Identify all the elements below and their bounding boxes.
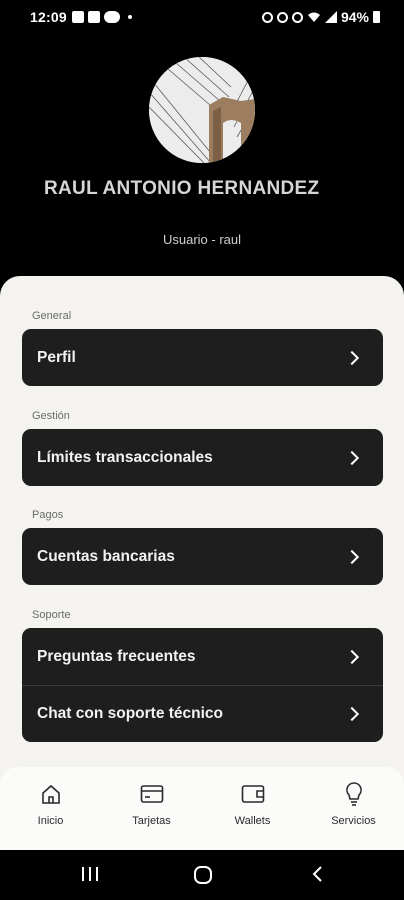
menu-item-preguntas[interactable]: Preguntas frecuentes [22,628,383,685]
card-pagos: Cuentas bancarias [22,528,383,585]
system-icons: 94% [261,9,380,25]
more-notifications-icon [128,15,132,19]
section-label-gestion: Gestión [32,410,70,422]
recent-apps-icon [82,867,98,881]
card-gestion: Límites transaccionales [22,429,383,486]
chevron-right-icon [344,706,360,722]
alarm-icon [261,11,273,23]
wifi-icon [307,12,320,22]
back-button[interactable] [308,864,328,889]
menu-item-perfil[interactable]: Perfil [22,329,383,386]
card-soporte: Preguntas frecuentes Chat con soporte té… [22,628,383,742]
section-label-general: General [32,310,72,322]
menu-item-label: Límites transaccionales [37,448,213,466]
menu-item-cuentas[interactable]: Cuentas bancarias [22,528,383,585]
avatar[interactable] [149,57,255,163]
chevron-right-icon [344,549,360,564]
section-label-pagos: Pagos [32,509,64,521]
user-handle: Usuario - raul [162,232,242,247]
menu-item-label: Preguntas frecuentes [37,647,196,665]
chevron-right-icon [344,350,360,365]
home-system-button[interactable] [192,864,214,891]
home-icon [38,781,64,807]
signal-icon [324,11,337,23]
bridge-photo-icon [149,57,255,163]
menu-item-limites[interactable]: Límites transaccionales [22,429,383,486]
mute-icon [291,11,303,23]
nav-label: Tarjetas [132,815,171,827]
battery-level: 94% [340,9,369,25]
status-time: 12:09 [30,9,67,25]
lightbulb-icon [341,781,367,807]
card-general: Perfil [22,329,383,386]
nav-label: Wallets [234,815,271,827]
app-notification-icon [88,11,100,23]
chat-icon [104,11,120,23]
section-label-soporte: Soporte [32,609,71,621]
user-name: RAUL ANTONIO HERNANDEZ [44,178,320,199]
settings-sheet: General Perfil Gestión Límites transacci… [0,276,404,850]
back-icon [312,866,322,882]
bluetooth-icon [276,11,288,23]
chevron-right-icon [344,450,360,465]
menu-item-label: Perfil [37,348,76,366]
home-circle-icon [194,866,212,884]
notification-icons [72,11,132,23]
nav-tarjetas[interactable]: Tarjetas [101,767,202,850]
battery-icon [373,11,380,23]
nav-inicio[interactable]: Inicio [0,767,101,850]
nav-label: Inicio [37,815,64,827]
system-nav-bar [0,850,404,900]
menu-item-label: Cuentas bancarias [37,547,175,565]
gallery-icon [72,11,84,23]
menu-item-label: Chat con soporte técnico [37,705,224,722]
nav-label: Servicios [331,815,376,827]
card-icon [139,781,165,807]
recent-apps-button[interactable] [80,864,100,889]
bottom-nav: Inicio Tarjetas Wallets Servicios [0,767,404,850]
wallet-icon [240,781,266,807]
menu-item-chat[interactable]: Chat con soporte técnico [22,685,383,742]
nav-servicios[interactable]: Servicios [303,767,404,850]
status-bar: 12:09 94% [0,0,404,34]
chevron-right-icon [344,649,360,664]
nav-wallets[interactable]: Wallets [202,767,303,850]
